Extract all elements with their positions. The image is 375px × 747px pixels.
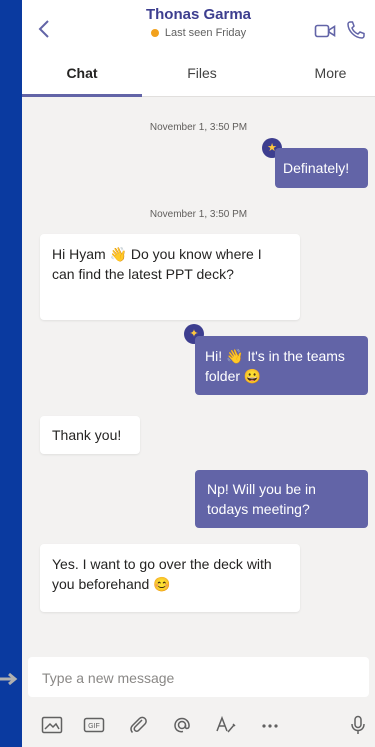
tab-more[interactable]: More bbox=[286, 58, 375, 94]
message-bubble[interactable]: Np! Will you be in todays meeting? bbox=[195, 470, 368, 528]
chat-header: Thonas Garma Last seen Friday Chat Files… bbox=[22, 0, 375, 97]
contact-name[interactable]: Thonas Garma bbox=[22, 6, 375, 23]
message-composer bbox=[28, 657, 369, 699]
video-call-button[interactable] bbox=[314, 22, 336, 40]
more-options-button[interactable] bbox=[258, 713, 282, 737]
message-bubble[interactable]: Thank you! bbox=[40, 416, 140, 454]
format-icon bbox=[216, 715, 236, 733]
format-button[interactable] bbox=[214, 713, 238, 737]
gif-button[interactable]: GIF bbox=[82, 713, 106, 737]
microphone-button[interactable] bbox=[346, 713, 370, 737]
status-dot bbox=[150, 29, 159, 38]
message-text: Hi! 👋 It's in the teams folder 😀 bbox=[205, 348, 345, 384]
message-bubble[interactable]: Yes. I want to go over the deck with you… bbox=[40, 544, 300, 612]
phone-icon bbox=[347, 21, 365, 39]
microphone-icon bbox=[351, 715, 365, 734]
attach-button[interactable] bbox=[126, 713, 150, 737]
message-text: Definately! bbox=[283, 160, 350, 176]
message-text: Np! Will you be in todays meeting? bbox=[207, 481, 316, 517]
message-text: Hi Hyam 👋 Do you know where I can find t… bbox=[52, 246, 262, 282]
attach-icon bbox=[130, 716, 147, 734]
chat-window: Thonas Garma Last seen Friday Chat Files… bbox=[22, 0, 375, 747]
pointer-arrow-icon bbox=[0, 672, 18, 686]
svg-text:GIF: GIF bbox=[88, 723, 100, 730]
image-button[interactable] bbox=[40, 713, 64, 737]
tab-files[interactable]: Files bbox=[142, 58, 262, 94]
audio-call-button[interactable] bbox=[346, 20, 366, 40]
message-bubble[interactable]: Definately! bbox=[275, 148, 368, 188]
message-bubble[interactable]: Hi Hyam 👋 Do you know where I can find t… bbox=[40, 234, 300, 320]
tab-chat[interactable]: Chat bbox=[22, 58, 142, 97]
mention-button[interactable] bbox=[170, 713, 194, 737]
message-text: Thank you! bbox=[52, 427, 122, 443]
video-camera-icon bbox=[314, 24, 336, 38]
message-timestamp: November 1, 3:50 PM bbox=[149, 122, 248, 133]
gif-icon: GIF bbox=[83, 717, 105, 733]
status-text: Last seen Friday bbox=[164, 27, 247, 39]
message-input[interactable] bbox=[40, 657, 354, 699]
message-timestamp: November 1, 3:50 PM bbox=[149, 209, 248, 220]
tab-bar: Chat Files More bbox=[22, 58, 375, 97]
message-text: Yes. I want to go over the deck with you… bbox=[52, 556, 272, 592]
more-icon bbox=[262, 724, 278, 728]
mention-icon bbox=[174, 717, 190, 733]
composer-toolbar: GIF bbox=[22, 705, 375, 747]
image-icon bbox=[41, 716, 63, 734]
message-bubble[interactable]: Hi! 👋 It's in the teams folder 😀 bbox=[195, 336, 368, 395]
